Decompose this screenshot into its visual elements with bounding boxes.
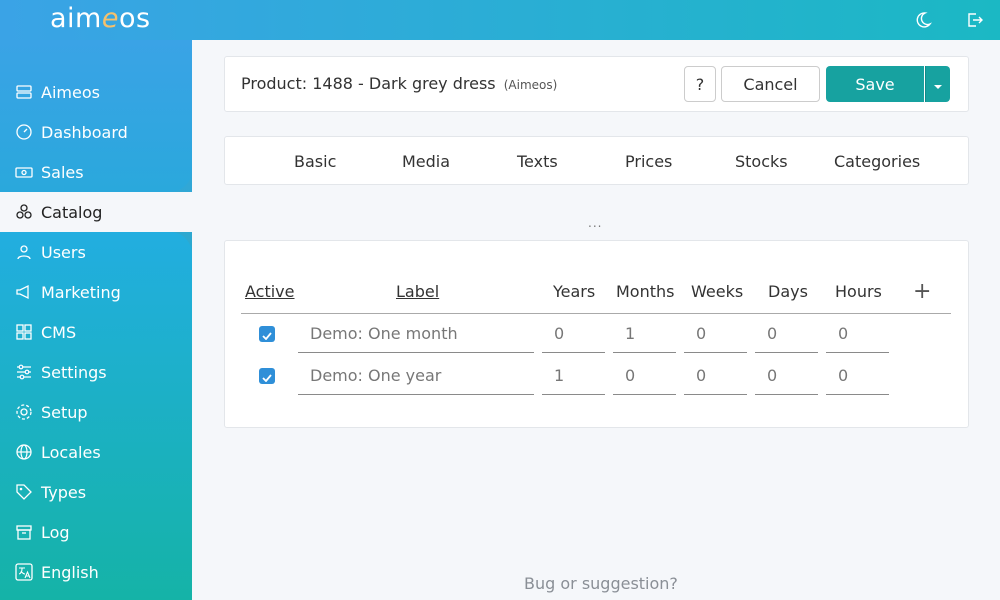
boxes-icon (15, 203, 33, 221)
years-input[interactable]: 1 (542, 357, 605, 395)
column-header-years: Years (553, 282, 596, 301)
tab-stocks[interactable]: Stocks (735, 152, 788, 171)
label-input[interactable]: Demo: One month (298, 315, 534, 353)
gauge-icon (15, 123, 33, 141)
cancel-button[interactable]: Cancel (721, 66, 820, 102)
sidebar-item-marketing[interactable]: Marketing (0, 272, 192, 312)
sidebar-item-dashboard[interactable]: Dashboard (0, 112, 192, 152)
add-row-button[interactable]: + (913, 279, 931, 304)
weeks-input[interactable]: 0 (684, 357, 747, 395)
tab-prices[interactable]: Prices (625, 152, 672, 171)
globe-icon (15, 443, 33, 461)
label-input[interactable]: Demo: One year (298, 357, 534, 395)
top-bar: aimeos (0, 0, 1000, 40)
sidebar-item-types[interactable]: Types (0, 472, 192, 512)
sidebar-item-locales[interactable]: Locales (0, 432, 192, 472)
sidebar: Aimeos Dashboard Sales Catalog Users Mar… (0, 40, 192, 600)
active-checkbox[interactable] (259, 326, 275, 342)
item-header: Product: 1488 - Dark grey dress (Aimeos)… (224, 56, 969, 112)
column-header-active[interactable]: Active (245, 282, 295, 301)
person-icon (15, 243, 33, 261)
sidebar-item-label: Users (41, 242, 86, 262)
tab-categories[interactable]: Categories (834, 152, 920, 171)
megaphone-icon (15, 283, 33, 301)
days-input[interactable]: 0 (755, 315, 818, 353)
column-header-label[interactable]: Label (396, 282, 439, 301)
sidebar-item-settings[interactable]: Settings (0, 352, 192, 392)
sidebar-item-setup[interactable]: Setup (0, 392, 192, 432)
hours-input[interactable]: 0 (826, 315, 889, 353)
sidebar-item-users[interactable]: Users (0, 232, 192, 272)
sidebar-item-label: Marketing (41, 282, 121, 302)
moon-icon[interactable] (914, 11, 933, 29)
feedback-link[interactable]: Bug or suggestion? (524, 574, 678, 593)
check-icon (262, 367, 272, 386)
sidebar-item-label: CMS (41, 322, 77, 342)
sidebar-item-sales[interactable]: Sales (0, 152, 192, 192)
product-title: Product: 1488 - Dark grey dress (241, 74, 496, 93)
save-options-button[interactable] (925, 66, 950, 102)
site-label: (Aimeos) (503, 78, 558, 92)
sidebar-item-label: Locales (41, 442, 101, 462)
days-input[interactable]: 0 (755, 357, 818, 395)
sidebar-item-label: Catalog (41, 202, 103, 222)
sidebar-item-label: Dashboard (41, 122, 128, 142)
gear-icon (15, 403, 33, 421)
column-header-hours: Hours (835, 282, 882, 301)
save-button[interactable]: Save (826, 66, 924, 102)
column-header-weeks: Weeks (691, 282, 744, 301)
check-icon (262, 325, 272, 344)
sliders-icon (15, 363, 33, 381)
tab-basic[interactable]: Basic (294, 152, 336, 171)
tab-media[interactable]: Media (402, 152, 450, 171)
column-header-days: Days (768, 282, 808, 301)
sidebar-item-label: Setup (41, 402, 88, 422)
translate-icon (15, 563, 33, 581)
hours-input[interactable]: 0 (826, 357, 889, 395)
weeks-input[interactable]: 0 (684, 315, 747, 353)
sidebar-item-aimeos[interactable]: Aimeos (0, 72, 192, 112)
period-table: Active Label Years Months Weeks Days Hou… (224, 240, 969, 428)
caret-down-icon (933, 75, 943, 94)
months-input[interactable]: 0 (613, 357, 676, 395)
aimeos-logo[interactable]: aimeos (50, 3, 151, 34)
tab-texts[interactable]: Texts (517, 152, 558, 171)
cash-icon (15, 163, 33, 181)
sidebar-item-label: Sales (41, 162, 84, 182)
sidebar-item-label: Types (41, 482, 87, 502)
more-tabs-button[interactable]: ... (588, 216, 602, 230)
grid-icon (15, 323, 33, 341)
archive-icon (15, 523, 33, 541)
months-input[interactable]: 1 (613, 315, 676, 353)
tags-icon (15, 483, 33, 501)
sidebar-item-label: Log (41, 522, 70, 542)
sidebar-item-cms[interactable]: CMS (0, 312, 192, 352)
page-title: Product: 1488 - Dark grey dress (Aimeos) (241, 74, 557, 93)
sidebar-item-log[interactable]: Log (0, 512, 192, 552)
active-checkbox[interactable] (259, 368, 275, 384)
server-icon (15, 83, 33, 101)
column-header-months: Months (616, 282, 675, 301)
logout-icon[interactable] (966, 11, 984, 29)
sidebar-item-label: Settings (41, 362, 107, 382)
tabs-bar: Basic Media Texts Prices Stocks Categori… (224, 136, 969, 185)
sidebar-item-catalog[interactable]: Catalog (0, 192, 192, 232)
header-divider (241, 313, 951, 314)
sidebar-item-label: English (41, 562, 99, 582)
help-button[interactable]: ? (684, 66, 716, 102)
sidebar-item-english[interactable]: English (0, 552, 192, 592)
years-input[interactable]: 0 (542, 315, 605, 353)
sidebar-item-label: Aimeos (41, 82, 100, 102)
